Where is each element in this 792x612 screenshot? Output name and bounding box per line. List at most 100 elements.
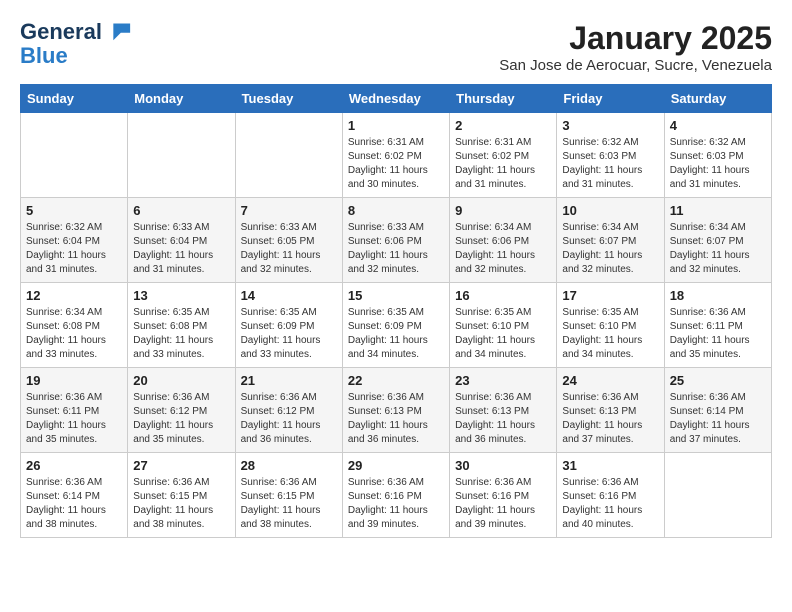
day-cell: 31 Sunrise: 6:36 AM Sunset: 6:16 PM Dayli… — [557, 453, 664, 538]
week-row-1: 1 Sunrise: 6:31 AM Sunset: 6:02 PM Daylig… — [21, 113, 772, 198]
day-number: 5 — [26, 203, 122, 218]
day-info: Sunrise: 6:35 AM Sunset: 6:08 PM Dayligh… — [133, 306, 229, 362]
day-info: Sunrise: 6:32 AM Sunset: 6:04 PM Dayligh… — [26, 221, 122, 277]
day-info: Sunrise: 6:35 AM Sunset: 6:09 PM Dayligh… — [348, 306, 444, 362]
weekday-header-tuesday: Tuesday — [235, 85, 342, 113]
day-cell: 30 Sunrise: 6:36 AM Sunset: 6:16 PM Dayli… — [450, 453, 557, 538]
day-cell: 29 Sunrise: 6:36 AM Sunset: 6:16 PM Dayli… — [342, 453, 449, 538]
day-number: 16 — [455, 288, 551, 303]
day-cell: 21Sunrise: 6:36 AM Sunset: 6:12 PM Dayli… — [235, 368, 342, 453]
day-cell: 14Sunrise: 6:35 AM Sunset: 6:09 PM Dayli… — [235, 283, 342, 368]
day-cell: 15 Sunrise: 6:35 AM Sunset: 6:09 PM Dayli… — [342, 283, 449, 368]
day-cell: 25 Sunrise: 6:36 AM Sunset: 6:14 PM Dayli… — [664, 368, 771, 453]
day-info: Sunrise: 6:34 AM Sunset: 6:07 PM Dayligh… — [562, 221, 658, 277]
day-cell: 12 Sunrise: 6:34 AM Sunset: 6:08 PM Dayli… — [21, 283, 128, 368]
day-number: 31 — [562, 458, 658, 473]
week-row-2: 5 Sunrise: 6:32 AM Sunset: 6:04 PM Daylig… — [21, 198, 772, 283]
day-info: Sunrise: 6:36 AM Sunset: 6:11 PM Dayligh… — [26, 391, 122, 447]
day-info: Sunrise: 6:36 AM Sunset: 6:16 PM Dayligh… — [455, 476, 551, 532]
day-info: Sunrise: 6:33 AM Sunset: 6:06 PM Dayligh… — [348, 221, 444, 277]
day-number: 24 — [562, 373, 658, 388]
calendar: SundayMondayTuesdayWednesdayThursdayFrid… — [20, 84, 772, 538]
week-row-4: 19Sunrise: 6:36 AM Sunset: 6:11 PM Dayli… — [21, 368, 772, 453]
day-info: Sunrise: 6:36 AM Sunset: 6:14 PM Dayligh… — [670, 391, 766, 447]
day-number: 10 — [562, 203, 658, 218]
day-number: 14 — [241, 288, 337, 303]
day-info: Sunrise: 6:36 AM Sunset: 6:16 PM Dayligh… — [348, 476, 444, 532]
week-row-5: 26Sunrise: 6:36 AM Sunset: 6:14 PM Dayli… — [21, 453, 772, 538]
day-number: 17 — [562, 288, 658, 303]
day-info: Sunrise: 6:31 AM Sunset: 6:02 PM Dayligh… — [348, 136, 444, 192]
day-cell: 1 Sunrise: 6:31 AM Sunset: 6:02 PM Daylig… — [342, 113, 449, 198]
day-cell — [235, 113, 342, 198]
day-info: Sunrise: 6:36 AM Sunset: 6:15 PM Dayligh… — [241, 476, 337, 532]
day-number: 27 — [133, 458, 229, 473]
day-cell — [664, 453, 771, 538]
calendar-body: 1 Sunrise: 6:31 AM Sunset: 6:02 PM Daylig… — [21, 113, 772, 538]
day-number: 20 — [133, 373, 229, 388]
day-cell: 19Sunrise: 6:36 AM Sunset: 6:11 PM Dayli… — [21, 368, 128, 453]
day-number: 2 — [455, 118, 551, 133]
day-info: Sunrise: 6:34 AM Sunset: 6:06 PM Dayligh… — [455, 221, 551, 277]
day-info: Sunrise: 6:36 AM Sunset: 6:15 PM Dayligh… — [133, 476, 229, 532]
day-info: Sunrise: 6:33 AM Sunset: 6:04 PM Dayligh… — [133, 221, 229, 277]
day-number: 9 — [455, 203, 551, 218]
day-cell: 20 Sunrise: 6:36 AM Sunset: 6:12 PM Dayli… — [128, 368, 235, 453]
day-cell: 6 Sunrise: 6:33 AM Sunset: 6:04 PM Daylig… — [128, 198, 235, 283]
day-cell: 24 Sunrise: 6:36 AM Sunset: 6:13 PM Dayli… — [557, 368, 664, 453]
day-cell — [128, 113, 235, 198]
day-cell: 11 Sunrise: 6:34 AM Sunset: 6:07 PM Dayli… — [664, 198, 771, 283]
day-cell: 5 Sunrise: 6:32 AM Sunset: 6:04 PM Daylig… — [21, 198, 128, 283]
day-cell: 23Sunrise: 6:36 AM Sunset: 6:13 PM Dayli… — [450, 368, 557, 453]
logo-blue: Blue — [20, 44, 132, 68]
day-cell: 27 Sunrise: 6:36 AM Sunset: 6:15 PM Dayli… — [128, 453, 235, 538]
day-number: 13 — [133, 288, 229, 303]
day-cell: 10 Sunrise: 6:34 AM Sunset: 6:07 PM Dayli… — [557, 198, 664, 283]
weekday-header-thursday: Thursday — [450, 85, 557, 113]
day-number: 3 — [562, 118, 658, 133]
day-cell: 18Sunrise: 6:36 AM Sunset: 6:11 PM Dayli… — [664, 283, 771, 368]
day-number: 22 — [348, 373, 444, 388]
day-info: Sunrise: 6:35 AM Sunset: 6:10 PM Dayligh… — [455, 306, 551, 362]
day-number: 26 — [26, 458, 122, 473]
day-number: 1 — [348, 118, 444, 133]
subtitle: San Jose de Aerocuar, Sucre, Venezuela — [499, 57, 772, 74]
day-number: 4 — [670, 118, 766, 133]
day-number: 29 — [348, 458, 444, 473]
day-cell: 28 Sunrise: 6:36 AM Sunset: 6:15 PM Dayli… — [235, 453, 342, 538]
weekday-header-monday: Monday — [128, 85, 235, 113]
day-number: 8 — [348, 203, 444, 218]
day-cell: 3 Sunrise: 6:32 AM Sunset: 6:03 PM Daylig… — [557, 113, 664, 198]
day-cell: 2Sunrise: 6:31 AM Sunset: 6:02 PM Daylig… — [450, 113, 557, 198]
day-number: 30 — [455, 458, 551, 473]
day-number: 6 — [133, 203, 229, 218]
day-cell: 7Sunrise: 6:33 AM Sunset: 6:05 PM Daylig… — [235, 198, 342, 283]
day-cell: 22Sunrise: 6:36 AM Sunset: 6:13 PM Dayli… — [342, 368, 449, 453]
day-cell — [21, 113, 128, 198]
day-info: Sunrise: 6:36 AM Sunset: 6:11 PM Dayligh… — [670, 306, 766, 362]
day-info: Sunrise: 6:34 AM Sunset: 6:07 PM Dayligh… — [670, 221, 766, 277]
day-info: Sunrise: 6:36 AM Sunset: 6:13 PM Dayligh… — [562, 391, 658, 447]
day-number: 15 — [348, 288, 444, 303]
day-info: Sunrise: 6:36 AM Sunset: 6:16 PM Dayligh… — [562, 476, 658, 532]
day-number: 12 — [26, 288, 122, 303]
weekday-header-saturday: Saturday — [664, 85, 771, 113]
month-title: January 2025 — [499, 20, 772, 57]
day-number: 25 — [670, 373, 766, 388]
header: General Blue January 2025 San Jose de Ae… — [20, 20, 772, 74]
day-cell: 8 Sunrise: 6:33 AM Sunset: 6:06 PM Daylig… — [342, 198, 449, 283]
day-number: 28 — [241, 458, 337, 473]
day-cell: 17 Sunrise: 6:35 AM Sunset: 6:10 PM Dayli… — [557, 283, 664, 368]
day-info: Sunrise: 6:36 AM Sunset: 6:13 PM Dayligh… — [455, 391, 551, 447]
logo-icon — [104, 16, 132, 44]
weekday-header-row: SundayMondayTuesdayWednesdayThursdayFrid… — [21, 85, 772, 113]
day-info: Sunrise: 6:36 AM Sunset: 6:12 PM Dayligh… — [241, 391, 337, 447]
day-cell: 26Sunrise: 6:36 AM Sunset: 6:14 PM Dayli… — [21, 453, 128, 538]
day-info: Sunrise: 6:35 AM Sunset: 6:10 PM Dayligh… — [562, 306, 658, 362]
day-info: Sunrise: 6:36 AM Sunset: 6:12 PM Dayligh… — [133, 391, 229, 447]
day-info: Sunrise: 6:34 AM Sunset: 6:08 PM Dayligh… — [26, 306, 122, 362]
day-number: 11 — [670, 203, 766, 218]
day-cell: 4Sunrise: 6:32 AM Sunset: 6:03 PM Daylig… — [664, 113, 771, 198]
day-info: Sunrise: 6:32 AM Sunset: 6:03 PM Dayligh… — [562, 136, 658, 192]
day-cell: 13 Sunrise: 6:35 AM Sunset: 6:08 PM Dayli… — [128, 283, 235, 368]
